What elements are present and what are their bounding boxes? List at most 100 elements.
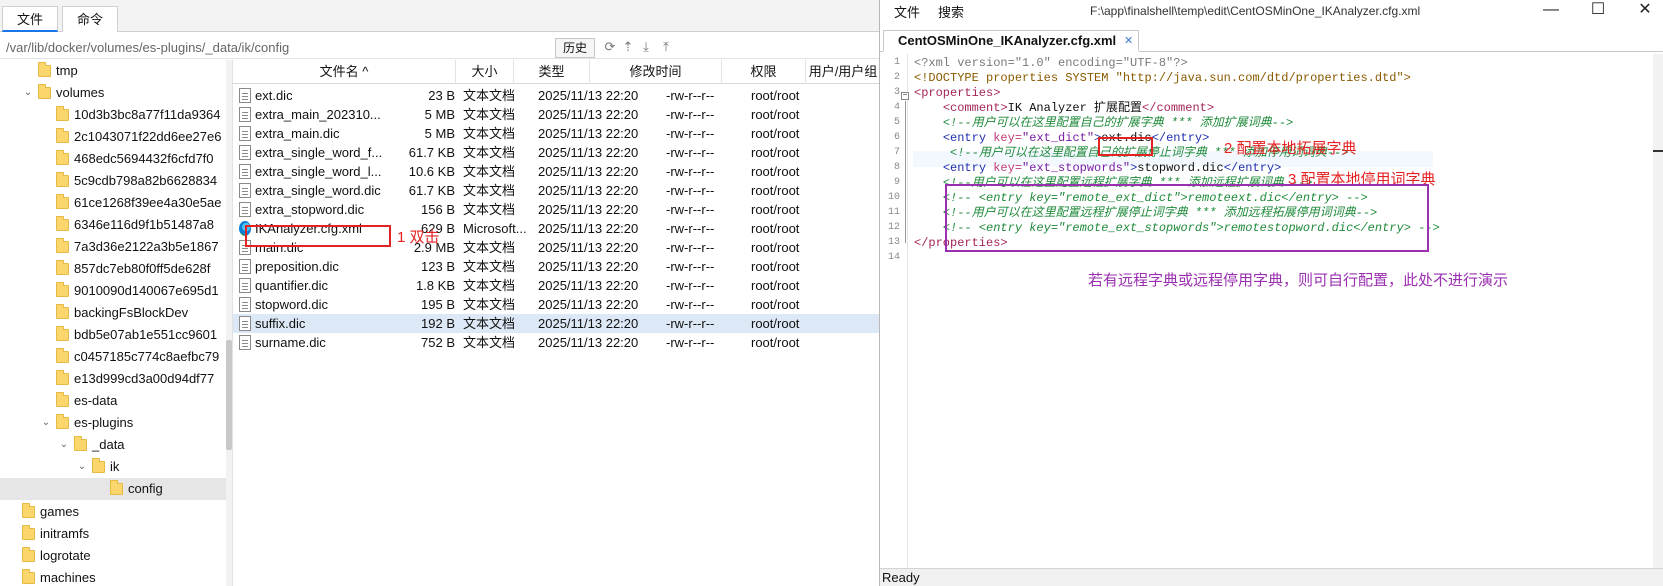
file-row[interactable]: preposition.dic 123 B 文本文档 2025/11/13 22:20… (233, 257, 880, 276)
folder-icon (22, 547, 35, 562)
file-size: 5 MB (424, 107, 455, 122)
file-row[interactable]: extra_main_202310... 5 MB 文本文档 2025/11/13 2… (233, 105, 880, 124)
upload-icon[interactable]: ⤒ (659, 40, 673, 54)
tree-item[interactable]: logrotate (0, 545, 232, 567)
file-type: 文本文档 (463, 88, 516, 103)
code-editor[interactable]: 1 2 3 4 5 6 7 8 9 10 11 12 13 14 − <?xml version="1.0… (880, 54, 1663, 568)
tree-item[interactable]: bdb5e07ab1e551cc9601 (0, 324, 232, 346)
tree-item[interactable]: machines (0, 567, 232, 586)
folder-icon (22, 569, 35, 584)
editor-tab-bar: CentOSMinOne_IKAnalyzer.cfg.xml ✕ (880, 26, 1663, 52)
file-row[interactable]: extra_single_word_l... 10.6 KB 文本文档 2025/11… (233, 162, 880, 181)
tab-close-icon[interactable]: ✕ (1124, 31, 1133, 51)
tree-item[interactable]: config (0, 478, 232, 500)
tree-item[interactable]: ⌄ volumes (0, 82, 232, 104)
column-header-owner[interactable]: 用户/用户组 (806, 60, 880, 84)
tree-item[interactable]: 7a3d36e2122a3b5e1867 (0, 236, 232, 258)
tree-item[interactable]: 468edc5694432f6cfd7f0 (0, 148, 232, 170)
tree-item-label: config (128, 481, 163, 496)
close-button[interactable]: ✕ (1630, 0, 1660, 24)
tab-commands[interactable]: 命令 (62, 6, 119, 32)
file-row[interactable]: stopword.dic 195 B 文本文档 2025/11/13 22:20 -rw… (233, 295, 880, 314)
tree-item[interactable]: ⌄ es-plugins (0, 412, 232, 434)
column-header-name[interactable]: 文件名 ^ (233, 60, 456, 84)
tree-item[interactable]: e13d999cd3a00d94df77 (0, 368, 232, 390)
history-button[interactable]: 历史 (555, 38, 596, 58)
expand-arrow-icon[interactable]: ⌄ (40, 412, 52, 434)
file-row[interactable]: extra_single_word.dic 61.7 KB 文本文档 2025/11/… (233, 181, 880, 200)
file-owner: root/root (751, 145, 800, 160)
tree-item[interactable]: 857dc7eb80f0ff5de628f (0, 258, 232, 280)
file-row[interactable]: quantifier.dic 1.8 KB 文本文档 2025/11/13 22:20… (233, 276, 880, 295)
path-input[interactable]: /var/lib/docker/volumes/es-plugins/_data… (6, 40, 289, 55)
expand-arrow-icon[interactable]: ⌄ (22, 82, 34, 104)
column-header-permission[interactable]: 权限 (722, 60, 806, 84)
tree-item[interactable]: 10d3b3bc8a77f11da9364 (0, 104, 232, 126)
tree-item[interactable]: games (0, 501, 232, 523)
folder-icon (22, 525, 35, 540)
code-line[interactable]: <entry key="ext_stopwords">stopword.dic<… (914, 161, 1282, 176)
editor-scrollbar[interactable] (1653, 54, 1663, 568)
file-row[interactable]: surname.dic 752 B 文本文档 2025/11/13 22:20 -rw-… (233, 333, 880, 352)
tree-item-label: 468edc5694432f6cfd7f0 (74, 151, 214, 166)
download-icon[interactable]: ⤓ (639, 40, 653, 54)
tree-item[interactable]: initramfs (0, 523, 232, 545)
line-number: 12 (887, 222, 900, 233)
file-mtime: 2025/11/13 22:20 (538, 88, 639, 103)
column-header-size[interactable]: 大小 (456, 60, 514, 84)
line-number: 2 (893, 72, 900, 83)
file-size: 195 B (421, 297, 455, 312)
code-line[interactable]: <!DOCTYPE properties SYSTEM "http://java… (914, 71, 1411, 86)
tree-item[interactable]: es-data (0, 390, 232, 412)
code-line[interactable]: <entry key="ext_dict">ext.dic</entry> (914, 131, 1209, 146)
tree-item[interactable]: tmp (0, 60, 232, 82)
editor-title-bar: 文件 搜索 F:\app\finalshell\temp\edit\CentOS… (880, 0, 1663, 24)
file-owner: root/root (751, 278, 800, 293)
minimize-button[interactable]: — (1536, 0, 1566, 24)
tree-item[interactable]: ⌄ _data (0, 434, 232, 456)
up-icon[interactable]: ⇡ (621, 40, 635, 54)
fold-toggle-icon[interactable]: − (901, 92, 909, 100)
tree-item[interactable]: backingFsBlockDev (0, 302, 232, 324)
menu-file[interactable]: 文件 (894, 2, 920, 21)
tree-item[interactable]: c0457185c774c8aefbc79 (0, 346, 232, 368)
folder-icon (56, 326, 69, 341)
tree-item[interactable]: 2c1043071f22dd6ee27e6 (0, 126, 232, 148)
file-icon (239, 107, 251, 122)
expand-arrow-icon[interactable]: ⌄ (76, 456, 88, 478)
menu-search[interactable]: 搜索 (938, 2, 964, 21)
file-row[interactable]: extra_stopword.dic 156 B 文本文档 2025/11/13 22… (233, 200, 880, 219)
file-row[interactable]: suffix.dic 192 B 文本文档 2025/11/13 22:20 -rw-r… (233, 314, 880, 333)
code-line[interactable]: <properties> (914, 86, 1000, 101)
file-type: 文本文档 (463, 164, 516, 179)
file-mtime: 2025/11/13 22:20 (538, 259, 639, 274)
tree-item[interactable]: 61ce1268f39ee4a30e5ae (0, 192, 232, 214)
file-type: 文本文档 (463, 297, 516, 312)
maximize-button[interactable]: ☐ (1583, 0, 1613, 24)
folder-icon (38, 62, 51, 77)
tree-item[interactable]: ⌄ ik (0, 456, 232, 478)
tree-item[interactable]: 5c9cdb798a82b6628834 (0, 170, 232, 192)
folder-icon (56, 194, 69, 209)
file-owner: root/root (751, 221, 800, 236)
tree-item[interactable]: 6346e116d9f1b51487a8 (0, 214, 232, 236)
file-mtime: 2025/11/13 22:20 (538, 126, 639, 141)
refresh-icon[interactable]: ⟳ (603, 40, 617, 54)
file-row[interactable]: extra_main.dic 5 MB 文本文档 2025/11/13 22:20 -r… (233, 124, 880, 143)
code-line[interactable]: <!--用户可以在这里配置自己的扩展字典 *** 添加扩展词典--> (914, 116, 1293, 131)
column-header-type[interactable]: 类型 (514, 60, 590, 84)
editor-scrollbar-marker (1653, 150, 1663, 152)
line-number: 10 (887, 192, 900, 203)
code-line[interactable]: <comment>IK Analyzer 扩展配置</comment> (914, 101, 1214, 116)
tree-item[interactable]: 9010090d140067e695d1 (0, 280, 232, 302)
code-line[interactable]: <?xml version="1.0" encoding="UTF-8"?> (914, 56, 1188, 71)
file-perm: -rw-r--r-- (666, 202, 715, 217)
tab-files[interactable]: 文件 (2, 6, 59, 32)
file-row[interactable]: extra_single_word_f... 61.7 KB 文本文档 2025/11… (233, 143, 880, 162)
expand-arrow-icon[interactable]: ⌄ (58, 434, 70, 456)
editor-tab[interactable]: CentOSMinOne_IKAnalyzer.cfg.xml ✕ (883, 30, 1140, 52)
file-icon (239, 316, 251, 331)
file-row[interactable]: ext.dic 23 B 文本文档 2025/11/13 22:20 -rw-r--r-… (233, 86, 880, 105)
column-header-mtime[interactable]: 修改时间 (590, 60, 722, 84)
